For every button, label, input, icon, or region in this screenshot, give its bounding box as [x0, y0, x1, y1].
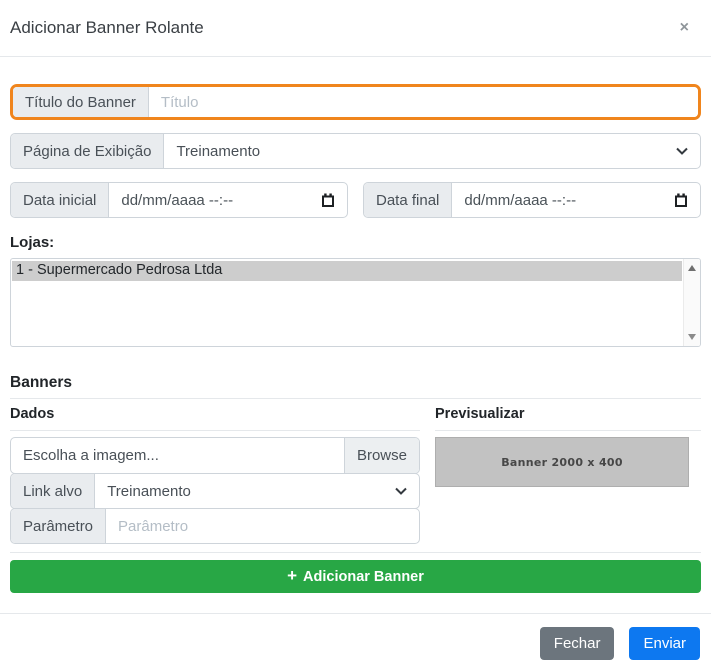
divider — [435, 430, 701, 431]
file-input-group[interactable]: Escolha a imagem... Browse — [10, 437, 420, 474]
add-banner-button-label: Adicionar Banner — [303, 569, 424, 585]
data-inicial-group: Data inicial — [10, 182, 348, 218]
banner-preview-text: Banner 2000 x 400 — [501, 456, 623, 469]
modal-footer: Fechar Enviar — [0, 613, 711, 672]
banner-preview-image: Banner 2000 x 400 — [435, 437, 689, 487]
link-alvo-value: Treinamento — [107, 483, 191, 500]
divider — [10, 552, 701, 553]
parametro-input[interactable] — [118, 518, 407, 535]
chevron-down-icon — [395, 487, 407, 495]
calendar-icon[interactable] — [321, 193, 335, 208]
listbox-scrollbar[interactable] — [683, 259, 700, 346]
divider — [10, 398, 701, 399]
modal-title: Adicionar Banner Rolante — [10, 18, 204, 38]
scroll-up-icon[interactable] — [688, 265, 696, 271]
titulo-input[interactable] — [161, 94, 686, 111]
modal-header: Adicionar Banner Rolante × — [0, 0, 711, 57]
browse-button[interactable]: Browse — [344, 438, 419, 473]
close-icon: × — [680, 19, 689, 36]
pagina-exibicao-group: Página de Exibição Treinamento — [10, 133, 701, 169]
dates-row: Data inicial Data final — [10, 182, 701, 218]
banners-heading: Banners — [10, 374, 701, 392]
scroll-down-icon[interactable] — [688, 334, 696, 340]
plus-icon: + — [287, 567, 297, 584]
parametro-group: Parâmetro — [10, 508, 420, 544]
parametro-label: Parâmetro — [11, 509, 106, 543]
pagina-exibicao-value: Treinamento — [176, 143, 260, 160]
file-input-placeholder: Escolha a imagem... — [23, 447, 159, 464]
data-final-group: Data final — [363, 182, 701, 218]
dados-heading: Dados — [10, 406, 420, 422]
data-inicial-label: Data inicial — [11, 183, 109, 217]
pagina-exibicao-label: Página de Exibição — [11, 134, 164, 168]
modal-body: Título do Banner Página de Exibição Trei… — [0, 57, 711, 593]
divider — [10, 430, 420, 431]
link-alvo-group: Link alvo Treinamento — [10, 473, 420, 509]
pagina-exibicao-select[interactable]: Treinamento — [164, 134, 700, 168]
banners-columns: Dados Escolha a imagem... Browse Link al… — [10, 406, 701, 544]
fechar-button[interactable]: Fechar — [540, 627, 615, 660]
data-final-input[interactable] — [464, 192, 674, 209]
data-final-label: Data final — [364, 183, 452, 217]
fechar-button-label: Fechar — [554, 635, 601, 652]
enviar-button-label: Enviar — [643, 635, 686, 652]
chevron-down-icon — [676, 147, 688, 155]
add-banner-button[interactable]: + Adicionar Banner — [10, 560, 701, 593]
calendar-icon[interactable] — [674, 193, 688, 208]
add-banner-modal: Adicionar Banner Rolante × Título do Ban… — [0, 0, 711, 672]
enviar-button[interactable]: Enviar — [629, 627, 700, 660]
lojas-label: Lojas: — [10, 234, 701, 251]
titulo-label: Título do Banner — [13, 87, 149, 117]
browse-button-label: Browse — [357, 447, 407, 464]
lojas-listbox[interactable]: 1 - Supermercado Pedrosa Ltda — [10, 258, 701, 347]
data-inicial-input[interactable] — [121, 192, 321, 209]
link-alvo-select[interactable]: Treinamento — [95, 474, 419, 508]
titulo-group-focused: Título do Banner — [10, 84, 701, 120]
close-button[interactable]: × — [676, 16, 693, 40]
link-alvo-label: Link alvo — [11, 474, 95, 508]
dados-column: Dados Escolha a imagem... Browse Link al… — [10, 406, 420, 544]
preview-column: Previsualizar Banner 2000 x 400 — [435, 406, 701, 544]
previsualizar-heading: Previsualizar — [435, 406, 701, 422]
lojas-option-selected[interactable]: 1 - Supermercado Pedrosa Ltda — [12, 261, 682, 281]
